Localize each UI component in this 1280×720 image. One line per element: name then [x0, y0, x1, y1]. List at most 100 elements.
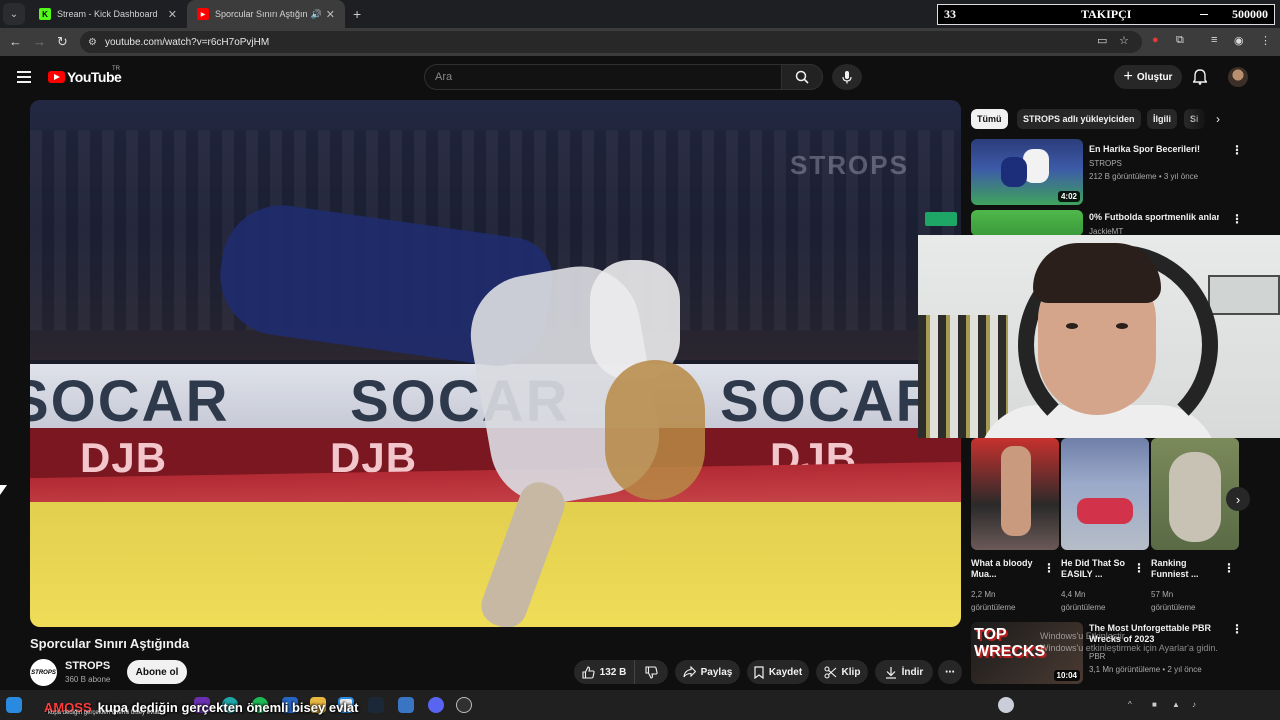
- chat-echo-text: kupa dediğin gerçekten önemli bisey evla…: [48, 710, 160, 716]
- tray-chevron-icon[interactable]: ^: [1128, 700, 1132, 709]
- more-vert-icon[interactable]: ⋮: [1231, 212, 1243, 226]
- dislike-button[interactable]: [634, 660, 668, 684]
- plus-icon: +: [1123, 68, 1133, 85]
- notifications-bell-icon[interactable]: [1192, 69, 1208, 90]
- rec-meta: 3,1 Mn görüntüleme • 2 yıl önce: [1089, 665, 1202, 674]
- extension-record-icon[interactable]: ●: [1152, 34, 1159, 46]
- more-vert-icon[interactable]: ⋮: [1231, 143, 1243, 157]
- tab-kick-dashboard[interactable]: K Stream - Kick Dashboard ✕: [29, 0, 187, 28]
- thumbs-down-icon: [645, 665, 658, 679]
- download-icon: [885, 666, 896, 679]
- short-thumbnail[interactable]: [1061, 438, 1149, 550]
- tab-youtube-video[interactable]: ▶ Sporcular Sınırı Aştığında - 🔊 ✕: [187, 0, 345, 28]
- like-button[interactable]: 132 B: [574, 660, 634, 684]
- rec-thumbnail[interactable]: 4:02: [971, 139, 1083, 205]
- webcam-eye: [1066, 323, 1078, 329]
- rec-title[interactable]: En Harika Spor Becerileri!: [1089, 144, 1219, 155]
- chip-fade: [1186, 108, 1226, 130]
- close-tab-icon[interactable]: ✕: [168, 8, 177, 21]
- create-label: Oluştur: [1136, 71, 1173, 83]
- banner-text: SOCAR: [720, 369, 940, 434]
- judoka-arm: [605, 360, 705, 500]
- video-player[interactable]: STROPS SOCAR SOCAR SOCAR DJB DJB DJB: [30, 100, 961, 627]
- search-box[interactable]: [424, 64, 782, 90]
- more-vert-icon[interactable]: ⋮: [1231, 622, 1243, 636]
- rec-meta: 212 B görüntüleme • 3 yıl önce: [1089, 172, 1199, 181]
- scissors-icon: [823, 665, 836, 679]
- short-title[interactable]: Ranking Funniest ...: [1151, 558, 1213, 580]
- short-views-label: görüntüleme: [1061, 603, 1106, 612]
- shorts-next-button[interactable]: ›: [1226, 487, 1250, 511]
- discord-icon[interactable]: [428, 697, 444, 713]
- new-tab-icon[interactable]: +: [353, 6, 361, 22]
- more-actions-button[interactable]: ⋯: [938, 660, 962, 684]
- profile-icon[interactable]: ◉: [1234, 34, 1244, 47]
- chip-all[interactable]: Tümü: [971, 109, 1008, 129]
- search-input[interactable]: [435, 71, 735, 83]
- chip-related[interactable]: İlgili: [1147, 109, 1177, 129]
- url-text[interactable]: youtube.com/watch?v=r6cH7oPvjHM: [105, 37, 269, 48]
- weather-icon[interactable]: [998, 697, 1014, 713]
- region-code: TR: [112, 66, 120, 72]
- short-thumbnail[interactable]: [971, 438, 1059, 550]
- thumb-text: TOP WRECKS: [974, 626, 1046, 660]
- short-title[interactable]: He Did That So EASILY ...: [1061, 558, 1131, 580]
- rec-title[interactable]: 0% Futbolda sportmenlik anları: [1089, 212, 1219, 223]
- channel-name[interactable]: STROPS: [65, 660, 110, 672]
- bookmark-star-icon[interactable]: ☆: [1119, 34, 1129, 47]
- bookmark-icon: [754, 665, 764, 679]
- chevron-right-icon: ›: [1235, 491, 1241, 507]
- close-tab-icon[interactable]: ✕: [326, 8, 335, 21]
- activation-line-2: Windows'u etkinleştirmek için Ayarlar'a …: [1040, 643, 1218, 653]
- reload-icon[interactable]: ↻: [57, 34, 68, 50]
- omnibox[interactable]: ⚙ youtube.com/watch?v=r6cH7oPvjHM: [80, 31, 1142, 53]
- tray-app-icon[interactable]: ■: [1152, 700, 1157, 709]
- webcam-background-clothes: [918, 315, 1008, 438]
- more-vert-icon[interactable]: ⋮: [1043, 561, 1055, 575]
- volume-icon[interactable]: ♪: [1192, 700, 1196, 709]
- video-title: Sporcular Sınırı Aştığında: [30, 636, 190, 651]
- rec-channel[interactable]: STROPS: [1089, 158, 1122, 169]
- media-control-icon[interactable]: ≡: [1211, 34, 1217, 46]
- forward-icon[interactable]: →: [33, 34, 46, 49]
- network-icon[interactable]: ▲: [1172, 700, 1180, 709]
- back-icon[interactable]: ←: [9, 34, 22, 49]
- tab-search-icon[interactable]: ⌄: [3, 3, 25, 25]
- clip-button[interactable]: Klip: [816, 660, 868, 684]
- steam-icon[interactable]: [368, 697, 384, 713]
- subscribe-button[interactable]: Abone ol: [127, 660, 187, 684]
- browser-menu-icon[interactable]: ⋮: [1260, 34, 1271, 47]
- thumb-figure: [1001, 157, 1027, 187]
- chip-from-uploader[interactable]: STROPS adlı yükleyiciden: [1017, 109, 1141, 129]
- cast-icon[interactable]: ▭: [1097, 34, 1107, 47]
- share-button[interactable]: Paylaş: [675, 660, 740, 684]
- speaker-icon[interactable]: 🔊: [311, 9, 322, 20]
- thumb-monkey: [1169, 452, 1221, 542]
- app-icon[interactable]: [398, 697, 414, 713]
- short-title[interactable]: What a bloody Mua...: [971, 558, 1037, 580]
- tab-title: Sporcular Sınırı Aştığında -: [215, 9, 307, 19]
- download-button[interactable]: İndir: [875, 660, 933, 684]
- voice-search-button[interactable]: [832, 64, 862, 90]
- account-avatar[interactable]: [1228, 67, 1248, 87]
- search-button[interactable]: [781, 64, 823, 90]
- obs-icon[interactable]: [456, 697, 472, 713]
- share-arrow-icon: [683, 666, 696, 678]
- youtube-favicon-icon: ▶: [197, 8, 209, 20]
- address-bar: ← → ↻ ⚙ youtube.com/watch?v=r6cH7oPvjHM …: [0, 28, 1280, 56]
- extensions-icon[interactable]: ⧉: [1176, 34, 1184, 47]
- channel-avatar[interactable]: STROPS: [30, 659, 57, 686]
- mouse-cursor-icon: [0, 485, 7, 495]
- save-button[interactable]: Kaydet: [747, 660, 809, 684]
- rec-thumbnail[interactable]: [971, 210, 1083, 236]
- duration-badge: 10:04: [1053, 670, 1080, 681]
- youtube-logo[interactable]: YouTube: [48, 69, 122, 85]
- site-info-icon[interactable]: ⚙: [88, 37, 97, 48]
- streamer-webcam: [918, 235, 1280, 438]
- create-button[interactable]: + Oluştur: [1114, 65, 1182, 89]
- follower-label: TAKIPÇI: [1081, 7, 1132, 21]
- more-vert-icon[interactable]: ⋮: [1223, 561, 1235, 575]
- menu-icon[interactable]: [17, 71, 31, 83]
- chevron-right-icon[interactable]: ›: [1216, 112, 1220, 126]
- more-vert-icon[interactable]: ⋮: [1133, 561, 1145, 575]
